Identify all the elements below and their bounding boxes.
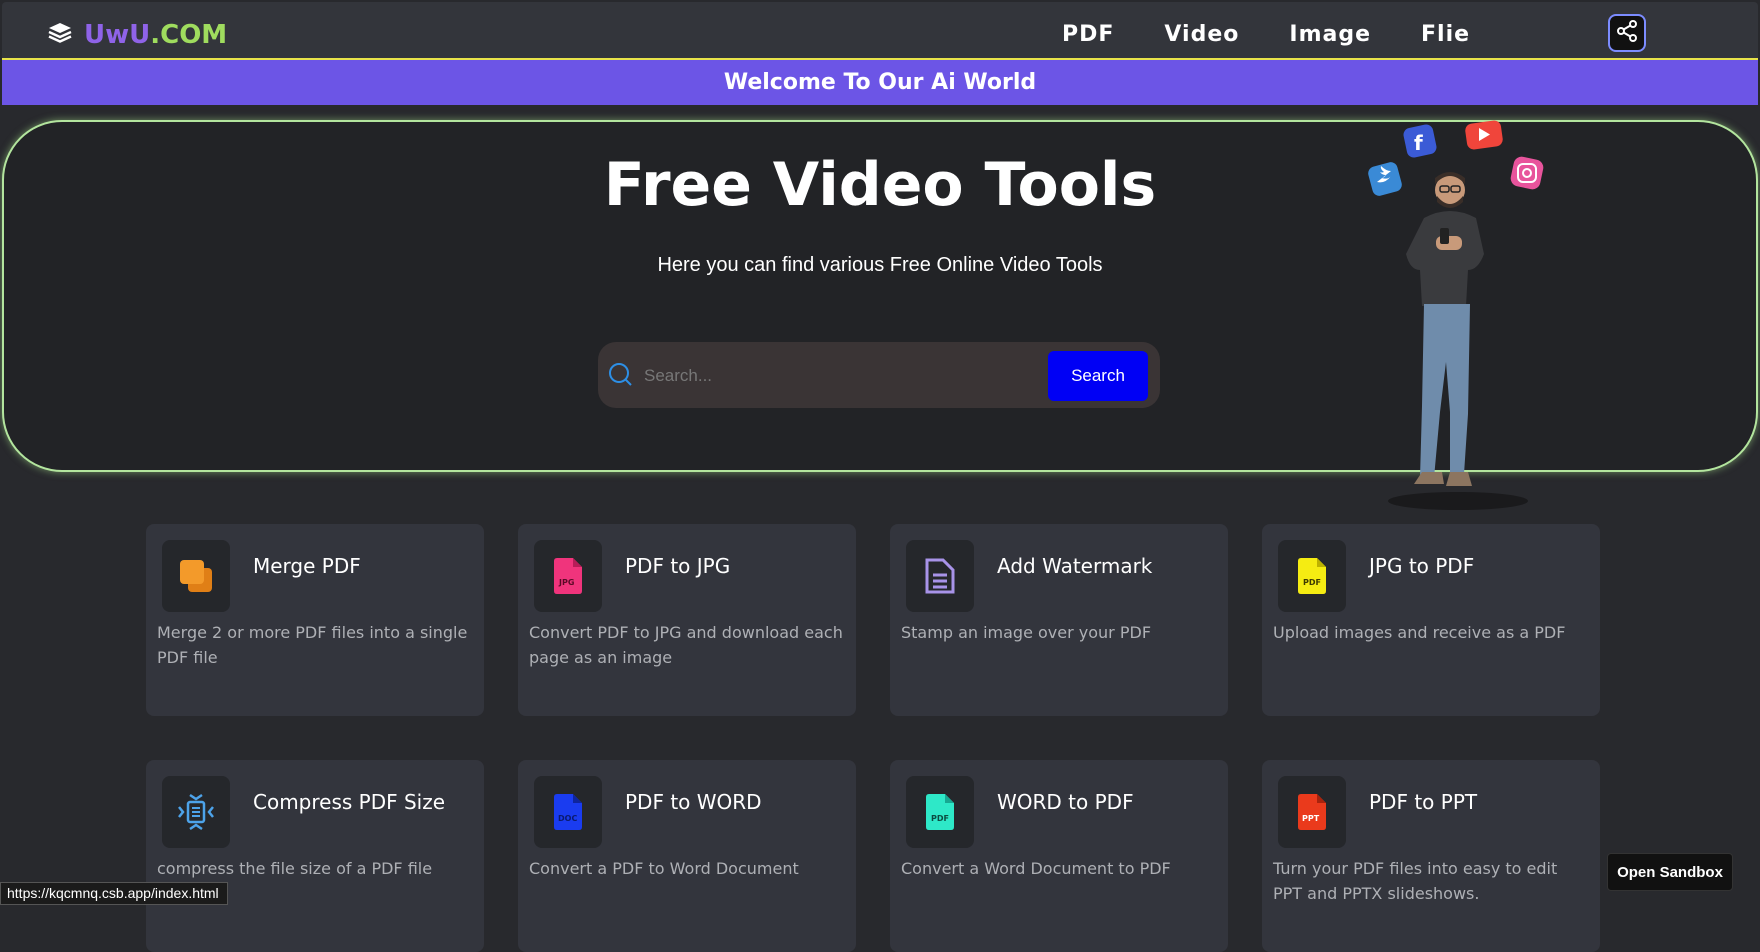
tool-card[interactable]: Add Watermark Stamp an image over your P… <box>890 524 1228 716</box>
tool-card[interactable]: Merge PDF Merge 2 or more PDF files into… <box>146 524 484 716</box>
card-title: Add Watermark <box>997 554 1153 578</box>
card-description: Turn your PDF files into easy to edit PP… <box>1273 859 1558 903</box>
search-icon <box>608 362 634 393</box>
tool-card[interactable]: Compress PDF Size compress the file size… <box>146 760 484 952</box>
card-description: Stamp an image over your PDF <box>901 623 1152 642</box>
svg-text:JPG: JPG <box>558 578 574 587</box>
search-input[interactable] <box>642 356 1026 396</box>
merge-icon <box>162 540 230 612</box>
tool-card[interactable]: PDF WORD to PDF Convert a Word Document … <box>890 760 1228 952</box>
card-description: Merge 2 or more PDF files into a single … <box>157 623 468 667</box>
tool-card[interactable]: PDF JPG to PDF Upload images and receive… <box>1262 524 1600 716</box>
navbar: UwU.COM PDF Video Image Flie <box>2 2 1758 61</box>
card-title: PDF to PPT <box>1369 790 1478 814</box>
card-description: Convert a PDF to Word Document <box>529 859 799 878</box>
search-bar: Search <box>598 342 1160 408</box>
person-with-social-icons-illustration: f <box>1360 118 1560 523</box>
jpg-file-icon: JPG <box>534 540 602 612</box>
card-title: JPG to PDF <box>1369 554 1475 578</box>
card-description: Upload images and receive as a PDF <box>1273 623 1566 642</box>
brand-name: UwU.COM <box>84 20 228 50</box>
compress-icon <box>162 776 230 848</box>
pdf-file-icon: PDF <box>1278 540 1346 612</box>
nav-item-file[interactable]: Flie <box>1421 22 1470 47</box>
share-icon <box>1615 19 1639 48</box>
tool-cards-grid: Merge PDF Merge 2 or more PDF files into… <box>146 524 1600 952</box>
doc-file-icon: DOC <box>534 776 602 848</box>
nav-item-image[interactable]: Image <box>1289 22 1371 47</box>
nav-item-pdf[interactable]: PDF <box>1062 22 1114 47</box>
card-title: Compress PDF Size <box>253 790 446 814</box>
search-button[interactable]: Search <box>1048 351 1148 401</box>
card-description: Convert a Word Document to PDF <box>901 859 1171 878</box>
tool-card[interactable]: PPT PDF to PPT Turn your PDF files into … <box>1262 760 1600 952</box>
ppt-file-icon: PPT <box>1278 776 1346 848</box>
svg-text:f: f <box>1414 131 1423 155</box>
card-title: PDF to WORD <box>625 790 762 814</box>
card-title: Merge PDF <box>253 554 361 578</box>
facebook-icon: f <box>1403 124 1437 158</box>
card-title: WORD to PDF <box>997 790 1134 814</box>
brand-logo[interactable]: UwU.COM <box>48 20 227 50</box>
document-icon <box>906 540 974 612</box>
svg-text:DOC: DOC <box>558 814 577 823</box>
share-button[interactable] <box>1608 14 1646 52</box>
instagram-icon <box>1510 156 1544 190</box>
svg-text:PDF: PDF <box>931 814 949 823</box>
twitter-icon <box>1368 162 1402 196</box>
pdf-file-icon: PDF <box>906 776 974 848</box>
nav-item-video[interactable]: Video <box>1164 22 1239 47</box>
card-description: Convert PDF to JPG and download each pag… <box>529 623 843 667</box>
tool-card[interactable]: DOC PDF to WORD Convert a PDF to Word Do… <box>518 760 856 952</box>
card-title: PDF to JPG <box>625 554 731 578</box>
tool-card[interactable]: JPG PDF to JPG Convert PDF to JPG and do… <box>518 524 856 716</box>
card-description: compress the file size of a PDF file <box>157 859 433 878</box>
layers-icon <box>48 22 72 49</box>
open-sandbox-button[interactable]: Open Sandbox <box>1607 853 1733 891</box>
nav-links: PDF Video Image Flie <box>1062 22 1520 47</box>
svg-text:PPT: PPT <box>1302 814 1320 823</box>
welcome-banner: Welcome To Our Ai World <box>2 60 1758 105</box>
youtube-icon <box>1465 120 1503 150</box>
svg-text:PDF: PDF <box>1303 578 1321 587</box>
status-bar-url: https://kqcmnq.csb.app/index.html <box>0 882 228 905</box>
